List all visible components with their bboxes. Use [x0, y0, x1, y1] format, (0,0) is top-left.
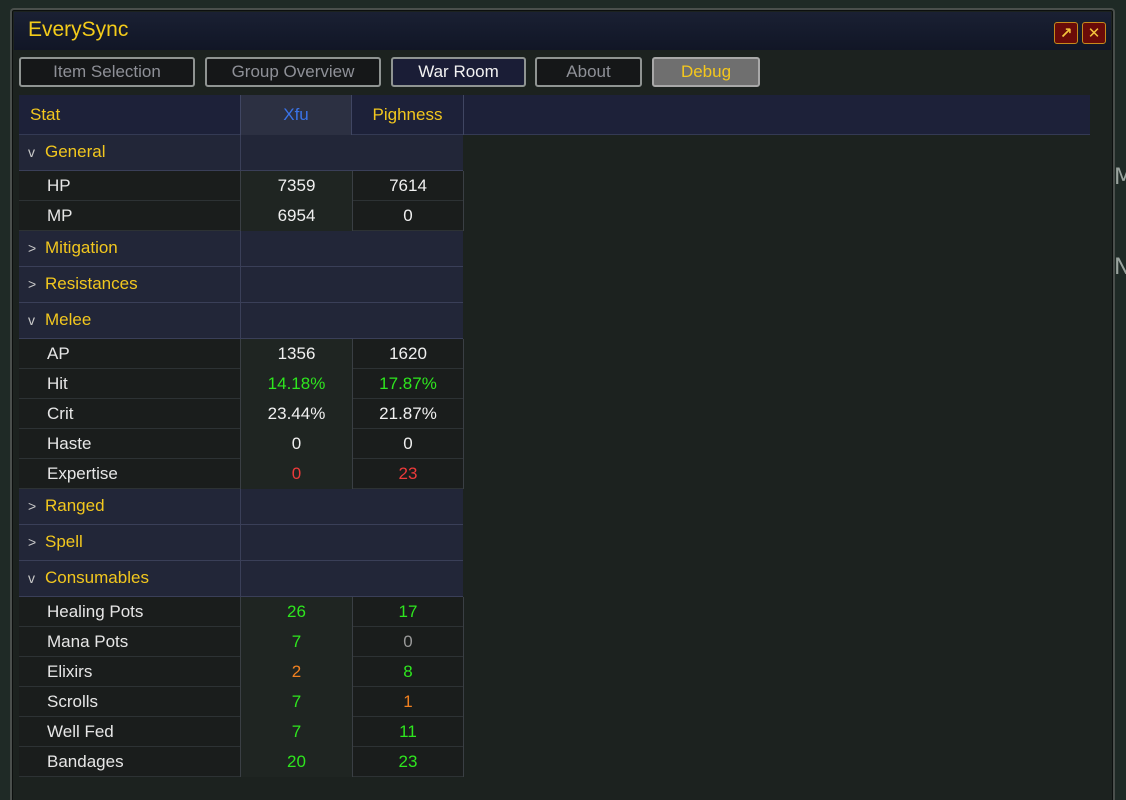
- stat-value-pighness: 8: [352, 657, 464, 687]
- stat-row: Elixirs 2 8: [19, 657, 464, 687]
- stat-value-pighness: 23: [352, 459, 464, 489]
- expand-toggle-icon: v: [28, 570, 35, 586]
- expand-toggle-icon: >: [28, 534, 37, 550]
- offscreen-letter-m: M: [1114, 165, 1126, 190]
- stat-row: Healing Pots 26 17: [19, 597, 464, 627]
- column-divider: [240, 135, 241, 170]
- section-header[interactable]: > Spell: [19, 525, 463, 561]
- column-divider: [240, 267, 241, 302]
- stat-name: Elixirs: [47, 662, 93, 681]
- tab-group-overview[interactable]: Group Overview: [205, 57, 381, 87]
- header-stat[interactable]: Stat: [30, 95, 60, 135]
- column-divider: [240, 561, 241, 596]
- stat-name: Hit: [47, 374, 68, 393]
- column-divider: [240, 525, 241, 560]
- stat-row: MP 6954 0: [19, 201, 464, 231]
- offscreen-letter-n: N: [1114, 255, 1126, 280]
- stat-value-xfu: 14.18%: [240, 369, 352, 399]
- column-divider: [240, 231, 241, 266]
- stat-name: Bandages: [47, 752, 124, 771]
- stat-value-xfu: 6954: [240, 201, 352, 231]
- stat-value-xfu: 26: [240, 597, 352, 627]
- stat-row: Hit 14.18% 17.87%: [19, 369, 464, 399]
- column-divider: [240, 489, 241, 524]
- stat-name: Mana Pots: [47, 632, 129, 651]
- stat-value-pighness: 7614: [352, 171, 464, 201]
- stat-value-xfu: 7: [240, 627, 352, 657]
- stat-value-xfu: 1356: [240, 339, 352, 369]
- section-label: Spell: [45, 532, 83, 551]
- stat-value-pighness: 11: [352, 717, 464, 747]
- stat-row: Haste 0 0: [19, 429, 464, 459]
- stat-value-pighness: 17: [352, 597, 464, 627]
- stat-value-xfu: 7359: [240, 171, 352, 201]
- stat-value-pighness: 23: [352, 747, 464, 777]
- table-header: Stat Xfu Pighness: [19, 95, 1090, 135]
- stat-name: Expertise: [47, 464, 118, 483]
- popout-arrow-icon: ↗: [1059, 24, 1073, 42]
- stat-name: MP: [47, 206, 73, 225]
- column-divider: [240, 303, 241, 338]
- expand-toggle-icon: v: [28, 144, 35, 160]
- section-label: Mitigation: [45, 238, 118, 257]
- popout-button[interactable]: ↗: [1054, 22, 1078, 44]
- section-header[interactable]: > Ranged: [19, 489, 463, 525]
- stat-row: Well Fed 7 11: [19, 717, 464, 747]
- stat-row: AP 1356 1620: [19, 339, 464, 369]
- stat-value-pighness: 17.87%: [352, 369, 464, 399]
- stat-value-pighness: 1620: [352, 339, 464, 369]
- stat-value-xfu: 7: [240, 687, 352, 717]
- stat-name: Healing Pots: [47, 602, 144, 621]
- stat-row: Scrolls 7 1: [19, 687, 464, 717]
- expand-toggle-icon: v: [28, 312, 35, 328]
- close-button[interactable]: ✕: [1082, 22, 1106, 44]
- expand-toggle-icon: >: [28, 276, 37, 292]
- stat-value-xfu: 23.44%: [240, 399, 352, 429]
- section-label: Ranged: [45, 496, 105, 515]
- title-bar[interactable]: EverySync ↗ ✕: [14, 12, 1111, 50]
- stat-value-pighness: 1: [352, 687, 464, 717]
- stat-value-xfu: 20: [240, 747, 352, 777]
- stat-value-pighness: 21.87%: [352, 399, 464, 429]
- stat-name: Well Fed: [47, 722, 114, 741]
- stat-name: Haste: [47, 434, 92, 453]
- close-x-icon: ✕: [1087, 24, 1101, 42]
- expand-toggle-icon: >: [28, 240, 37, 256]
- stat-name: Crit: [47, 404, 74, 423]
- stats-table: v General HP 7359 7614 MP 6954 0 > Mitigation > Res…: [19, 135, 464, 777]
- window-title: EverySync: [28, 18, 129, 41]
- stat-name: AP: [47, 344, 70, 363]
- section-label: Melee: [45, 310, 92, 329]
- stat-value-xfu: 0: [240, 459, 352, 489]
- stat-value-pighness: 0: [352, 627, 464, 657]
- stat-row: Bandages 20 23: [19, 747, 464, 777]
- stat-value-xfu: 7: [240, 717, 352, 747]
- stat-row: Expertise 0 23: [19, 459, 464, 489]
- section-header[interactable]: > Resistances: [19, 267, 463, 303]
- header-player-xfu[interactable]: Xfu: [240, 95, 352, 135]
- header-player-pighness[interactable]: Pighness: [352, 95, 464, 135]
- everysync-window: EverySync ↗ ✕ Item Selection Group Overv…: [10, 8, 1115, 800]
- stat-value-pighness: 0: [352, 429, 464, 459]
- expand-toggle-icon: >: [28, 498, 37, 514]
- section-label: Consumables: [45, 568, 149, 587]
- section-label: General: [45, 142, 106, 161]
- stat-row: Mana Pots 7 0: [19, 627, 464, 657]
- section-header[interactable]: > Mitigation: [19, 231, 463, 267]
- tab-debug[interactable]: Debug: [652, 57, 760, 87]
- tab-item-selection[interactable]: Item Selection: [19, 57, 195, 87]
- stat-row: HP 7359 7614: [19, 171, 464, 201]
- tab-war-room[interactable]: War Room: [391, 57, 526, 87]
- stat-name: HP: [47, 176, 71, 195]
- stat-value-pighness: 0: [352, 201, 464, 231]
- section-label: Resistances: [45, 274, 138, 293]
- tab-about[interactable]: About: [535, 57, 642, 87]
- section-header[interactable]: v Melee: [19, 303, 463, 339]
- section-header[interactable]: v Consumables: [19, 561, 463, 597]
- stat-value-xfu: 2: [240, 657, 352, 687]
- stat-value-xfu: 0: [240, 429, 352, 459]
- stat-row: Crit 23.44% 21.87%: [19, 399, 464, 429]
- stat-name: Scrolls: [47, 692, 99, 711]
- section-header[interactable]: v General: [19, 135, 463, 171]
